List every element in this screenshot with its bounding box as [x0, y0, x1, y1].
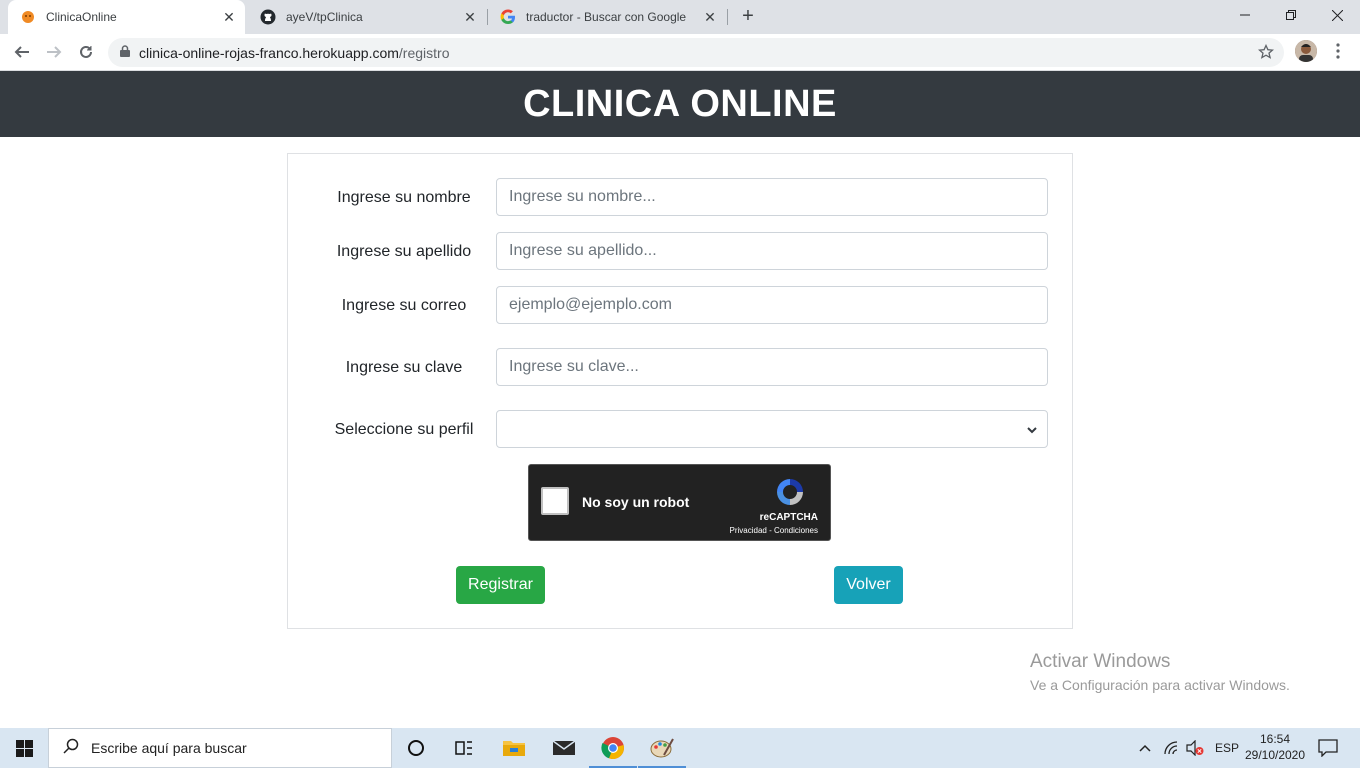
- task-view-icon[interactable]: [440, 728, 488, 768]
- registration-form: Ingrese su nombre Ingrese su nombre... I…: [287, 153, 1073, 629]
- show-hidden-icons-chevron-up-icon[interactable]: [1138, 728, 1152, 768]
- recaptcha-logo-icon: [773, 475, 807, 514]
- profile-avatar[interactable]: [1295, 40, 1317, 62]
- register-button[interactable]: Registrar: [456, 566, 545, 604]
- reload-icon[interactable]: [73, 39, 99, 65]
- perfil-select[interactable]: [496, 410, 1048, 448]
- close-window-icon[interactable]: [1314, 0, 1360, 30]
- apellido-placeholder: Ingrese su apellido...: [509, 242, 657, 259]
- chevron-down-icon: [1026, 423, 1038, 441]
- tab-clinicaonline[interactable]: ClinicaOnline ✕: [8, 0, 245, 34]
- github-icon: [260, 9, 276, 25]
- activate-windows-watermark: Activar Windows Ve a Configuración para …: [1030, 651, 1290, 693]
- windows-taskbar: Escribe aquí para buscar ESP 16:54 29/10…: [0, 728, 1360, 768]
- clave-placeholder: Ingrese su clave...: [509, 358, 639, 375]
- volume-muted-icon[interactable]: [1186, 728, 1204, 768]
- clock-date: 29/10/2020: [1244, 748, 1306, 762]
- nombre-placeholder: Ingrese su nombre...: [509, 188, 656, 205]
- browser-toolbar: clinica-online-rojas-franco.herokuapp.co…: [0, 34, 1360, 71]
- tab-title: ClinicaOnline: [46, 10, 117, 24]
- watermark-title: Activar Windows: [1030, 651, 1171, 672]
- menu-dots-icon[interactable]: [1330, 41, 1346, 61]
- paint-icon[interactable]: [638, 728, 686, 768]
- lock-icon[interactable]: [120, 44, 130, 62]
- forward-icon[interactable]: [41, 39, 67, 65]
- nombre-input[interactable]: Ingrese su nombre...: [496, 178, 1048, 216]
- taskbar-search-box[interactable]: Escribe aquí para buscar: [48, 728, 392, 768]
- url-text: clinica-online-rojas-franco.herokuapp.co…: [139, 45, 449, 61]
- google-icon: [500, 9, 516, 25]
- recaptcha-label: No soy un robot: [582, 494, 690, 510]
- page-title: CLINICA ONLINE: [523, 82, 837, 125]
- url-path: /registro: [398, 44, 450, 61]
- notifications-icon[interactable]: [1318, 728, 1338, 768]
- recaptcha-brand: reCAPTCHA: [759, 512, 818, 523]
- bookmark-star-icon[interactable]: [1257, 43, 1275, 65]
- tab-github[interactable]: ayeV/tpClinica ✕: [248, 0, 486, 34]
- apellido-input[interactable]: Ingrese su apellido...: [496, 232, 1048, 270]
- taskbar-clock[interactable]: 16:54 29/10/2020: [1240, 731, 1310, 763]
- new-tab-icon[interactable]: +: [737, 6, 759, 28]
- tab-separator: [727, 9, 728, 25]
- browser-tab-strip: ClinicaOnline ✕ ayeV/tpClinica ✕ traduct…: [0, 0, 1360, 34]
- address-bar[interactable]: clinica-online-rojas-franco.herokuapp.co…: [108, 38, 1284, 67]
- search-icon: [63, 738, 79, 759]
- minimize-icon[interactable]: [1222, 0, 1268, 30]
- close-tab-icon[interactable]: ✕: [221, 9, 237, 25]
- recaptcha-links[interactable]: Privacidad - Condiciones: [730, 526, 819, 535]
- recaptcha-checkbox[interactable]: [541, 487, 569, 515]
- chrome-icon[interactable]: [589, 728, 637, 768]
- clock-time: 16:54: [1259, 732, 1291, 746]
- close-tab-icon[interactable]: ✕: [462, 9, 478, 25]
- back-icon[interactable]: [9, 39, 35, 65]
- tab-title: traductor - Buscar con Google: [526, 10, 687, 24]
- file-explorer-icon[interactable]: [490, 728, 538, 768]
- clave-input[interactable]: Ingrese su clave...: [496, 348, 1048, 386]
- windows-start-icon[interactable]: [0, 728, 48, 768]
- taskbar-search-placeholder: Escribe aquí para buscar: [91, 740, 247, 756]
- nombre-label: Ingrese su nombre: [337, 189, 471, 206]
- back-button[interactable]: Volver: [834, 566, 903, 604]
- mail-icon[interactable]: [540, 728, 588, 768]
- cortana-icon[interactable]: [392, 728, 440, 768]
- clinica-favicon-icon: [20, 9, 36, 25]
- input-language-indicator[interactable]: ESP: [1215, 728, 1239, 768]
- restore-icon[interactable]: [1268, 0, 1314, 30]
- correo-label: Ingrese su correo: [341, 297, 467, 314]
- close-tab-icon[interactable]: ✕: [702, 9, 718, 25]
- clave-label: Ingrese su clave: [345, 359, 463, 376]
- correo-input[interactable]: ejemplo@ejemplo.com: [496, 286, 1048, 324]
- perfil-label: Seleccione su perfil: [334, 421, 474, 438]
- page-header: CLINICA ONLINE: [0, 71, 1360, 137]
- correo-placeholder: ejemplo@ejemplo.com: [509, 296, 672, 313]
- tab-google[interactable]: traductor - Buscar con Google ✕: [488, 0, 726, 34]
- watermark-subtitle: Ve a Configuración para activar Windows.: [1030, 677, 1290, 693]
- tab-title: ayeV/tpClinica: [286, 10, 363, 24]
- recaptcha-widget: No soy un robot reCAPTCHA Privacidad - C…: [528, 464, 831, 541]
- network-icon[interactable]: [1163, 728, 1179, 768]
- apellido-label: Ingrese su apellido: [336, 243, 472, 260]
- url-host: clinica-online-rojas-franco.herokuapp.co…: [139, 44, 399, 61]
